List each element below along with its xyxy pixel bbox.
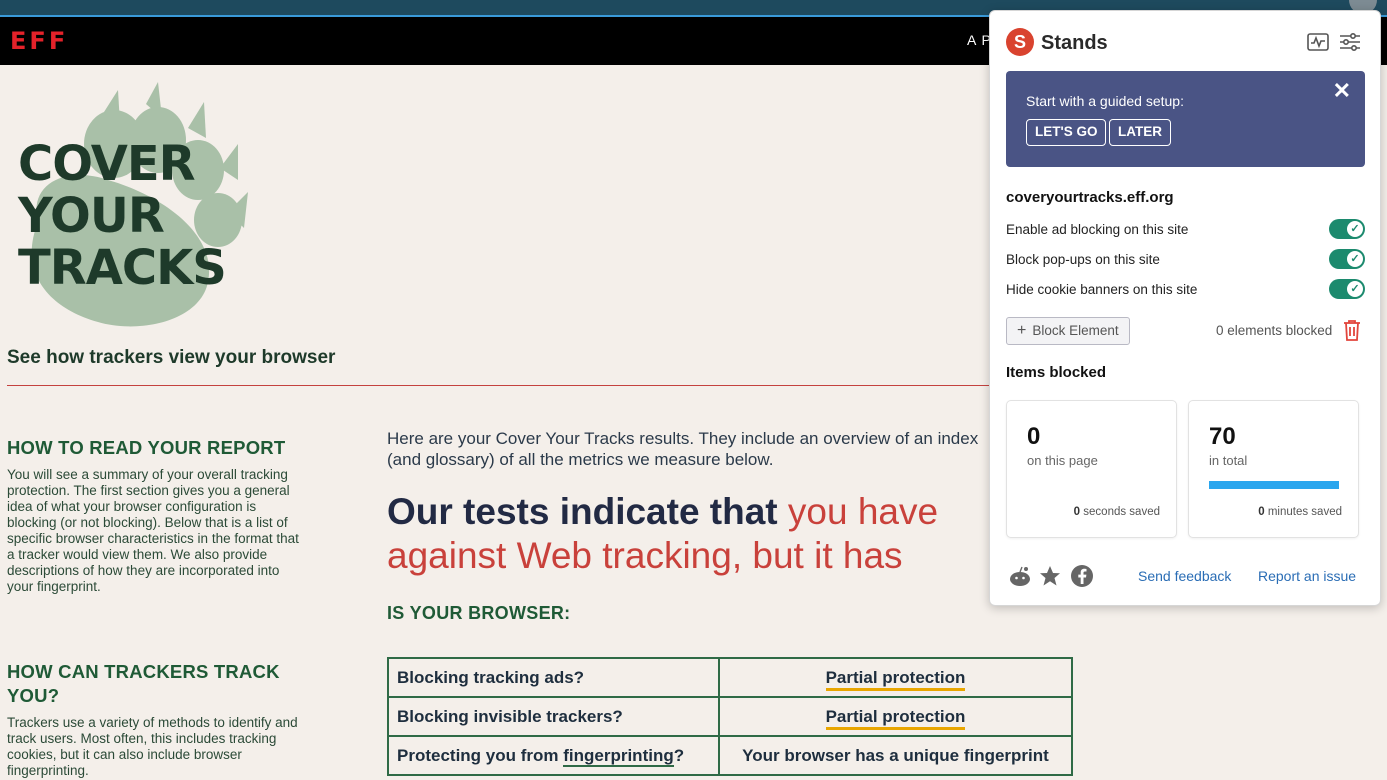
- toggle-label: Enable ad blocking on this site: [1006, 222, 1189, 237]
- results-headline: Our tests indicate that you have against…: [387, 490, 1027, 578]
- answer-link[interactable]: Partial protection: [825, 667, 966, 691]
- stat-value: 0: [1027, 423, 1041, 450]
- guided-setup-text: Start with a guided setup:: [1026, 93, 1184, 109]
- answer-link[interactable]: Partial protection: [825, 706, 966, 730]
- check-icon: ✓: [1347, 221, 1363, 237]
- eff-logo-letter: E: [10, 27, 27, 55]
- time-saved: 0 minutes saved: [1258, 506, 1342, 518]
- is-your-browser-heading: IS YOUR BROWSER:: [387, 603, 571, 623]
- toggle-label: Hide cookie banners on this site: [1006, 282, 1198, 297]
- stands-logo-icon: S: [1006, 28, 1034, 56]
- toggle-row-cookie-banners: Hide cookie banners on this site ✓: [1006, 279, 1365, 301]
- facebook-icon[interactable]: [1070, 564, 1094, 588]
- check-icon: ✓: [1347, 251, 1363, 267]
- send-feedback-link[interactable]: Send feedback: [1138, 568, 1231, 584]
- toggle-row-ad-blocking: Enable ad blocking on this site ✓: [1006, 219, 1365, 241]
- stat-label: on this page: [1027, 453, 1098, 468]
- question-text: Protecting you from: [397, 745, 564, 765]
- elements-blocked-count: 0 elements blocked: [1216, 323, 1333, 338]
- eff-logo-letter: F: [48, 27, 66, 55]
- saved-text: minutes saved: [1264, 506, 1342, 518]
- table-question: Blocking invisible trackers?: [387, 696, 720, 737]
- section-heading: HOW TO READ YOUR REPORT: [7, 437, 286, 458]
- table-row: Blocking tracking ads? Partial protectio…: [387, 657, 1073, 698]
- reddit-icon[interactable]: [1008, 564, 1032, 588]
- saved-text: seconds saved: [1080, 506, 1160, 518]
- stat-value: 70: [1209, 423, 1236, 450]
- toggle-label: Block pop-ups on this site: [1006, 252, 1160, 267]
- toggle-row-popups: Block pop-ups on this site ✓: [1006, 249, 1365, 271]
- headline-red: you have: [787, 491, 939, 532]
- section-heading: HOW CAN TRACKERS TRACK YOU?: [7, 661, 280, 706]
- table-question: Blocking tracking ads?: [387, 657, 720, 698]
- logo-line: YOUR: [18, 188, 165, 244]
- progress-fill: [1209, 481, 1339, 489]
- stat-label: in total: [1209, 453, 1248, 468]
- fingerprinting-link[interactable]: fingerprinting: [563, 745, 674, 767]
- section-body: You will see a summary of your overall t…: [7, 467, 299, 594]
- report-issue-link[interactable]: Report an issue: [1258, 568, 1356, 584]
- table-answer: Partial protection: [718, 696, 1073, 737]
- block-element-button[interactable]: + Block Element: [1006, 317, 1130, 345]
- table-answer: Your browser has a unique fingerprint: [718, 735, 1073, 776]
- progress-bar: [1209, 481, 1339, 489]
- stat-card-page: 0 on this page 0 seconds saved: [1006, 400, 1177, 538]
- results-table: Blocking tracking ads? Partial protectio…: [387, 657, 1073, 776]
- lets-go-button[interactable]: LET'S GO: [1026, 119, 1107, 146]
- site-domain: coveryourtracks.eff.org: [1006, 189, 1174, 206]
- ad-blocking-toggle[interactable]: ✓: [1329, 219, 1365, 239]
- section-body: Trackers use a variety of methods to ide…: [7, 715, 298, 778]
- logo-line: COVER: [18, 136, 196, 192]
- cookie-banner-toggle[interactable]: ✓: [1329, 279, 1365, 299]
- check-icon: ✓: [1347, 281, 1363, 297]
- section-how-trackers-track: HOW CAN TRACKERS TRACK YOU? Trackers use…: [7, 660, 307, 779]
- stands-popup: S Stands Start with a guided setup: ✕ LE…: [989, 10, 1381, 606]
- settings-sliders-icon[interactable]: [1339, 32, 1361, 52]
- popup-blocking-toggle[interactable]: ✓: [1329, 249, 1365, 269]
- table-answer: Partial protection: [718, 657, 1073, 698]
- tagline: See how trackers view your browser: [7, 347, 336, 368]
- activity-icon[interactable]: [1307, 33, 1329, 51]
- later-button[interactable]: LATER: [1109, 119, 1171, 146]
- logo-line: TRACKS: [18, 240, 227, 296]
- time-saved: 0 seconds saved: [1074, 506, 1160, 518]
- stands-title: Stands: [1041, 32, 1108, 54]
- question-text: ?: [673, 745, 685, 765]
- plus-icon: +: [1017, 322, 1027, 339]
- items-blocked-title: Items blocked: [1006, 364, 1107, 381]
- headline-red: against Web tracking, but it has: [387, 535, 903, 576]
- table-question: Protecting you from fingerprinting?: [387, 735, 720, 776]
- headline-dark: Our tests indicate that: [387, 491, 788, 532]
- table-row: Blocking invisible trackers? Partial pro…: [387, 696, 1073, 737]
- cover-your-tracks-logo[interactable]: COVER YOUR TRACKS: [18, 136, 227, 296]
- guided-setup-banner: Start with a guided setup: ✕ LET'S GO LA…: [1006, 71, 1365, 167]
- table-row: Protecting you from fingerprinting? Your…: [387, 735, 1073, 776]
- divider: [7, 385, 990, 386]
- block-element-label: Block Element: [1032, 323, 1119, 338]
- section-how-to-read: HOW TO READ YOUR REPORT You will see a s…: [7, 436, 307, 595]
- close-icon[interactable]: ✕: [1333, 80, 1351, 102]
- eff-logo-letter: F: [29, 27, 46, 55]
- results-intro: Here are your Cover Your Tracks results.…: [387, 429, 979, 469]
- trash-icon[interactable]: [1342, 319, 1362, 341]
- stat-card-total: 70 in total 0 minutes saved: [1188, 400, 1359, 538]
- eff-logo[interactable]: E F F: [10, 27, 66, 55]
- star-icon[interactable]: [1038, 564, 1062, 588]
